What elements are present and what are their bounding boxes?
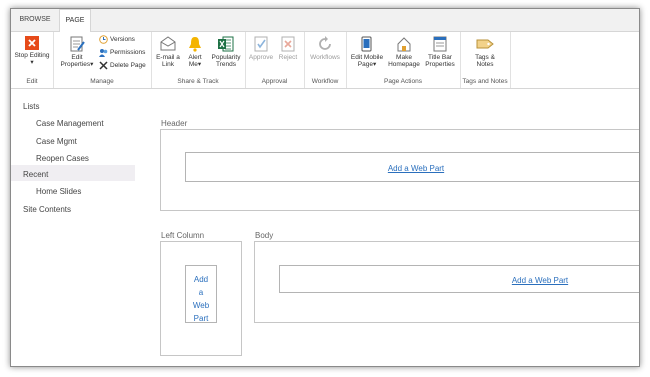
header-add-web-part-link[interactable]: Add a Web Part: [388, 164, 444, 173]
nav-lists[interactable]: Lists: [23, 102, 39, 111]
approve-label: Approve: [248, 54, 274, 61]
group-manage: Edit Properties▾ Versions Permissions De…: [53, 32, 152, 88]
edit-properties-label-2: Properties: [60, 61, 91, 68]
popularity-label-2: Trends: [216, 61, 236, 68]
group-page-actions-title: Page Actions: [384, 78, 422, 85]
left-add-text-1[interactable]: Add: [194, 275, 208, 284]
delete-icon: [99, 61, 108, 70]
group-workflow: Workflows Workflow: [304, 32, 347, 88]
body-zone: Add a Web Part: [254, 241, 639, 323]
reject-label: Reject: [278, 54, 298, 61]
ribbon-tab-bar: BROWSE PAGE: [11, 9, 639, 33]
sharepoint-window: BROWSE PAGE Stop Editing ▾ Edit Edit Pro…: [10, 8, 640, 367]
group-approval-title: Approval: [261, 78, 288, 85]
versions-icon: [99, 34, 108, 44]
make-homepage-label-2: Homepage: [388, 61, 420, 68]
reject-button[interactable]: Reject: [275, 36, 301, 61]
alert-me-button[interactable]: Alert Me▾: [183, 36, 207, 68]
nav-case-mgmt[interactable]: Case Mgmt: [36, 137, 77, 146]
left-add-text-2[interactable]: a: [199, 288, 203, 297]
edit-properties-icon: [70, 36, 85, 52]
tags-notes-button[interactable]: Tags & Notes: [464, 36, 506, 68]
excel-icon: [218, 36, 234, 52]
edit-properties-label-1: Edit: [71, 54, 83, 61]
tags-label-1: Tags &: [475, 54, 495, 61]
email-label-2: Link: [162, 61, 174, 68]
delete-page-label: Delete Page: [110, 62, 146, 69]
popularity-label-1: Popularity: [211, 54, 241, 61]
workflows-label: Workflows: [310, 54, 340, 61]
header-zone: Add a Web Part: [160, 129, 639, 211]
stop-editing-icon: [25, 36, 39, 50]
tab-page[interactable]: PAGE: [59, 9, 91, 33]
left-add-text-3[interactable]: Web: [193, 301, 209, 310]
make-homepage-label-1: Make: [396, 54, 412, 61]
tag-icon: [476, 39, 494, 49]
bell-icon: [189, 37, 201, 52]
delete-page-button[interactable]: Delete Page: [99, 60, 146, 72]
email-link-button[interactable]: E-mail a Link: [153, 36, 183, 68]
left-column-zone-label: Left Column: [161, 231, 205, 240]
permissions-button[interactable]: Permissions: [99, 47, 145, 59]
group-page-actions: Edit Mobile Page▾ Make Homepage Title Ba…: [346, 32, 461, 88]
left-column-add-web-part[interactable]: Add a Web Part: [185, 265, 217, 323]
workflows-button[interactable]: Workflows: [306, 36, 344, 61]
group-edit: Stop Editing ▾ Edit: [11, 32, 54, 88]
header-zone-label: Header: [161, 119, 188, 128]
workflow-icon: [319, 36, 331, 50]
group-share-track: E-mail a Link Alert Me▾ Popularity Trend…: [151, 32, 246, 88]
reject-icon: [281, 36, 295, 52]
tags-label-2: Notes: [476, 61, 494, 68]
permissions-icon: [99, 48, 108, 57]
alert-label-2: Me: [188, 61, 198, 68]
edit-mobile-label-2: Page: [357, 61, 373, 68]
title-bar-label-1: Title Bar: [428, 54, 452, 61]
edit-mobile-label-1: Edit Mobile: [350, 54, 384, 61]
alert-label-1: Alert: [188, 54, 202, 61]
approve-button[interactable]: Approve: [247, 36, 275, 61]
group-workflow-title: Workflow: [311, 78, 339, 85]
nav-home-slides[interactable]: Home Slides: [36, 187, 81, 196]
title-bar-properties-button[interactable]: Title Bar Properties: [422, 36, 458, 68]
versions-label: Versions: [110, 36, 135, 43]
popularity-trends-button[interactable]: Popularity Trends: [209, 36, 243, 68]
title-bar-icon: [433, 36, 447, 52]
versions-button[interactable]: Versions: [99, 34, 135, 46]
mobile-page-icon: [361, 36, 372, 52]
group-edit-title: Edit: [26, 78, 38, 85]
group-tags-title: Tags and Notes: [462, 78, 508, 85]
body-zone-label: Body: [255, 231, 274, 240]
tab-browse[interactable]: BROWSE: [16, 9, 54, 31]
email-label-1: E-mail a: [156, 54, 180, 61]
nav-recent[interactable]: Recent: [23, 170, 48, 179]
group-share-title: Share & Track: [177, 78, 219, 85]
nav-case-management[interactable]: Case Management: [36, 119, 104, 128]
left-add-text-4[interactable]: Part: [194, 314, 209, 323]
permissions-label: Permissions: [110, 49, 146, 56]
approve-icon: [254, 36, 268, 52]
header-add-web-part[interactable]: Add a Web Part: [185, 152, 639, 182]
group-approval: Approve Reject Approval: [245, 32, 305, 88]
nav-reopen-cases[interactable]: Reopen Cases: [36, 154, 89, 163]
edit-properties-button[interactable]: Edit Properties▾: [57, 36, 97, 68]
body-add-web-part[interactable]: Add a Web Part: [279, 265, 639, 293]
title-bar-label-2: Properties: [425, 61, 455, 68]
body-add-web-part-link[interactable]: Add a Web Part: [512, 276, 568, 285]
make-homepage-button[interactable]: Make Homepage: [386, 36, 422, 68]
edit-mobile-page-button[interactable]: Edit Mobile Page▾: [348, 36, 386, 68]
nav-site-contents[interactable]: Site Contents: [23, 205, 71, 214]
group-tags-notes: Tags & Notes Tags and Notes: [460, 32, 511, 88]
stop-editing-label: Stop Editing: [14, 52, 50, 59]
ribbon: Stop Editing ▾ Edit Edit Properties▾ Ver…: [11, 32, 639, 89]
home-icon: [397, 37, 411, 52]
envelope-icon: [160, 36, 176, 51]
group-manage-title: Manage: [90, 78, 114, 85]
stop-editing-button[interactable]: Stop Editing ▾: [13, 36, 51, 66]
left-column-zone: Add a Web Part: [160, 241, 242, 356]
dropdown-arrow-icon: ▾: [30, 59, 34, 66]
